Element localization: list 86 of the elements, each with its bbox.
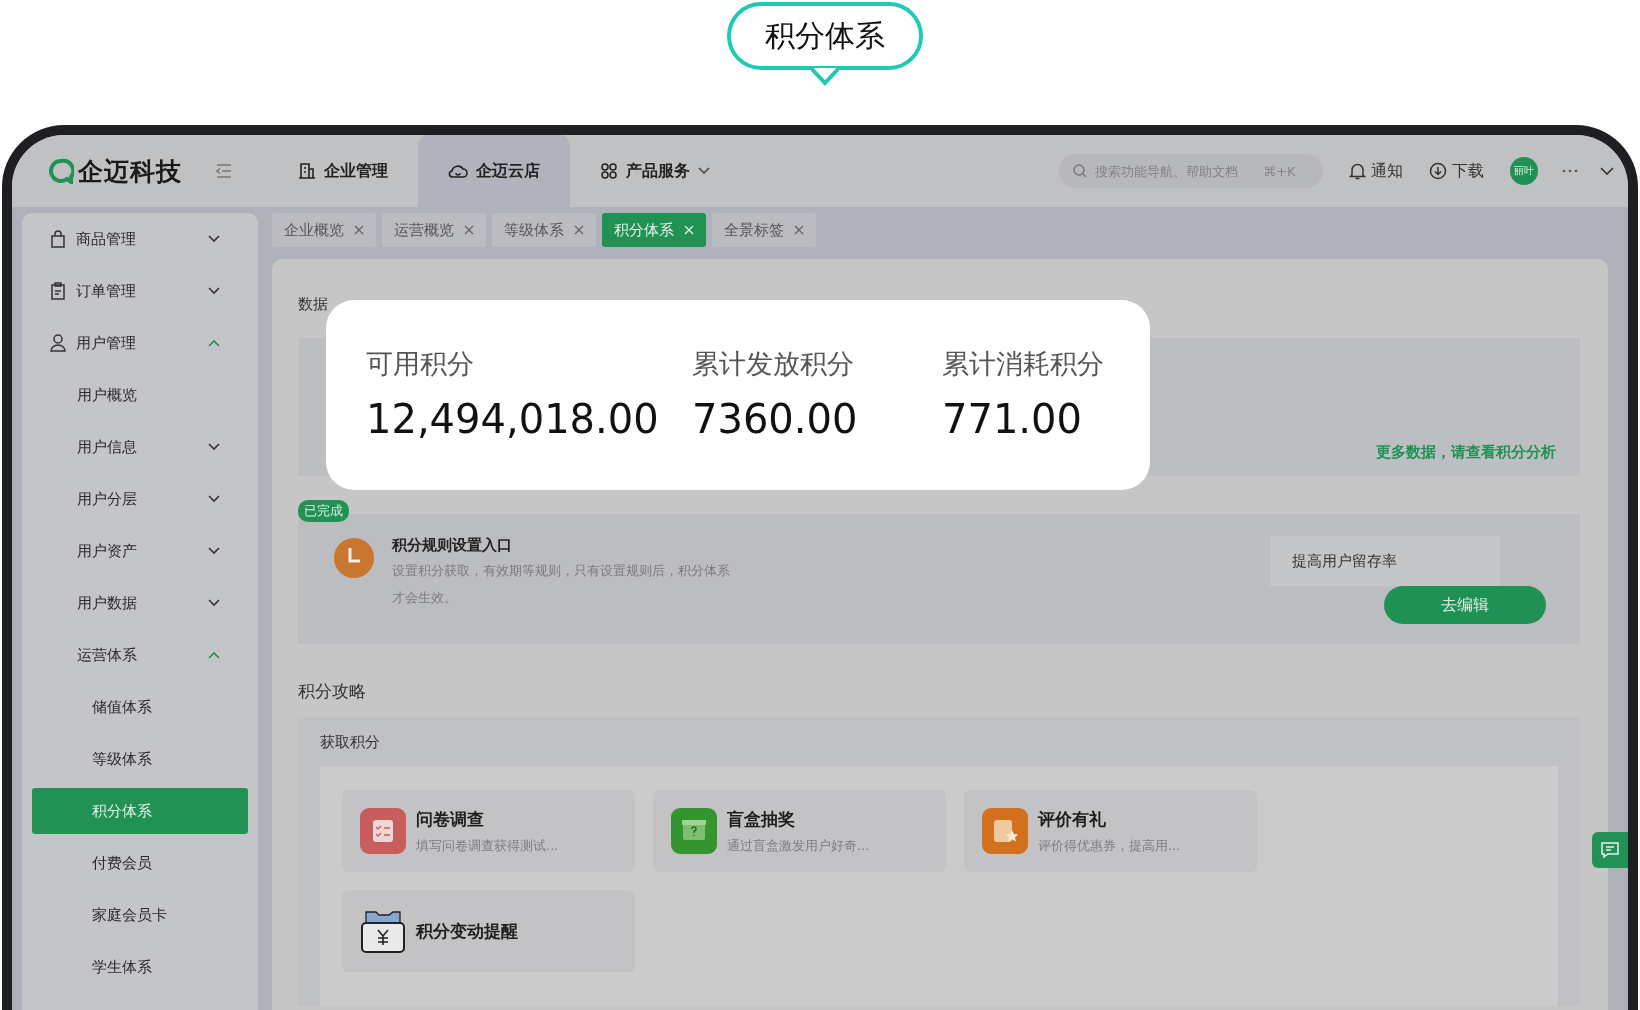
clipboard-icon	[50, 282, 66, 300]
command-icon	[600, 162, 618, 180]
clock-icon	[334, 538, 374, 578]
chevron-down-icon	[208, 287, 220, 295]
header-action[interactable]: 通知	[1349, 160, 1403, 182]
sidebar-item[interactable]: 等级体系	[32, 733, 248, 785]
chat-button[interactable]	[1592, 832, 1628, 868]
card-title: 积分变动提醒	[416, 919, 518, 943]
header-action[interactable]: 下载	[1429, 160, 1484, 182]
sidebar-item[interactable]: 储值体系	[32, 681, 248, 733]
menu-collapse-icon[interactable]	[216, 164, 232, 178]
card-description: 评价得优惠券，提高用...	[1038, 836, 1181, 855]
chevron-down-icon	[208, 235, 220, 243]
section-title: 积分攻略	[298, 680, 367, 703]
sidebar-item[interactable]: 用户数据	[32, 577, 248, 629]
stat-label: 累计发放积分	[692, 347, 855, 381]
stat-label: 累计消耗积分	[942, 347, 1104, 381]
sidebar-item[interactable]: 付费会员	[32, 837, 248, 889]
close-icon[interactable]	[794, 225, 804, 235]
nav-tab[interactable]: 企迈云店	[418, 135, 570, 207]
sidebar-item[interactable]: 用户分层	[32, 473, 248, 525]
more-icon[interactable]	[1562, 169, 1578, 173]
sidebar-item[interactable]: 订单管理	[32, 265, 248, 317]
building-icon	[298, 162, 316, 180]
logo-icon	[48, 158, 74, 184]
page-tab[interactable]: 企业概览	[272, 213, 376, 247]
download-icon	[1429, 162, 1447, 180]
close-icon[interactable]	[574, 225, 584, 235]
task-description: 设置积分获取，有效期等规则，只有设置规则后，积分体系才会生效。	[392, 562, 731, 607]
stat-value: 12,494,018.00	[366, 396, 660, 442]
sidebar-item[interactable]: 运营体系	[32, 629, 248, 681]
page-tab[interactable]: 全景标签	[712, 213, 816, 247]
chevron-down-icon	[208, 599, 220, 607]
strategy-card[interactable]: 评价有礼 评价得优惠券，提高用...	[964, 790, 1257, 872]
sidebar-item[interactable]: 学生体系	[32, 941, 248, 993]
card-description: 填写问卷调查获得测试...	[416, 836, 559, 855]
strategy-card[interactable]: 问卷调查 填写问卷调查获得测试...	[342, 790, 635, 872]
callout-bubble: 积分体系	[727, 2, 923, 70]
sidebar-item[interactable]: 用户资产	[32, 525, 248, 577]
close-icon[interactable]	[464, 225, 474, 235]
star-document-icon	[982, 808, 1028, 854]
wallet-icon	[360, 908, 406, 954]
person-icon	[50, 334, 66, 352]
card-description: 通过盲盒激发用户好奇...	[727, 836, 870, 855]
chevron-down-icon	[208, 495, 220, 503]
section-title: 数据	[298, 295, 329, 314]
task-title: 积分规则设置入口	[392, 536, 513, 555]
search-icon	[1073, 164, 1087, 178]
chevron-down-icon	[208, 547, 220, 555]
sidebar-item[interactable]: 用户概览	[32, 369, 248, 421]
page-tab[interactable]: 等级体系	[492, 213, 596, 247]
logo-text: 企迈科技	[78, 155, 182, 188]
chevron-up-icon	[208, 651, 220, 659]
stat-value: 771.00	[942, 396, 1083, 442]
chevron-down-icon	[208, 443, 220, 451]
strategy-card[interactable]: 积分变动提醒	[342, 890, 635, 972]
page-tab[interactable]: 运营概览	[382, 213, 486, 247]
card-title: 评价有礼	[1038, 807, 1107, 831]
card-title: 问卷调查	[416, 807, 485, 831]
goal-tag: 提高用户留存率	[1270, 536, 1500, 586]
sidebar-item[interactable]: 用户管理	[32, 317, 248, 369]
chevron-up-icon	[208, 339, 220, 347]
strategy-card[interactable]: 盲盒抽奖 通过盲盒激发用户好奇...	[653, 790, 946, 872]
nav-tab[interactable]: 企业管理	[268, 135, 418, 207]
nav-tab[interactable]: 产品服务	[570, 135, 740, 207]
sidebar-item[interactable]: 用户信息	[32, 421, 248, 473]
gift-box-icon	[671, 808, 717, 854]
survey-icon	[360, 808, 406, 854]
sidebar-item[interactable]: 商品管理	[32, 213, 248, 265]
stat-label: 可用积分	[366, 347, 475, 381]
card-title: 盲盒抽奖	[727, 807, 796, 831]
chevron-down-icon[interactable]	[1600, 166, 1614, 176]
chevron-down-icon	[698, 167, 710, 175]
bell-icon	[1349, 162, 1366, 180]
subsection-title: 获取积分	[320, 733, 381, 752]
status-badge: 已完成	[298, 500, 349, 522]
cloud-icon	[448, 163, 468, 179]
user-avatar[interactable]: 丽叶	[1510, 157, 1538, 185]
bag-icon	[50, 230, 66, 248]
sidebar-item[interactable]: 家庭会员卡	[32, 889, 248, 941]
stat-value: 7360.00	[692, 396, 859, 442]
sidebar-item[interactable]: 积分体系	[32, 788, 248, 834]
page-tab[interactable]: 积分体系	[602, 213, 706, 247]
close-icon[interactable]	[354, 225, 364, 235]
callout-pointer	[811, 66, 839, 86]
chat-icon	[1600, 841, 1620, 859]
